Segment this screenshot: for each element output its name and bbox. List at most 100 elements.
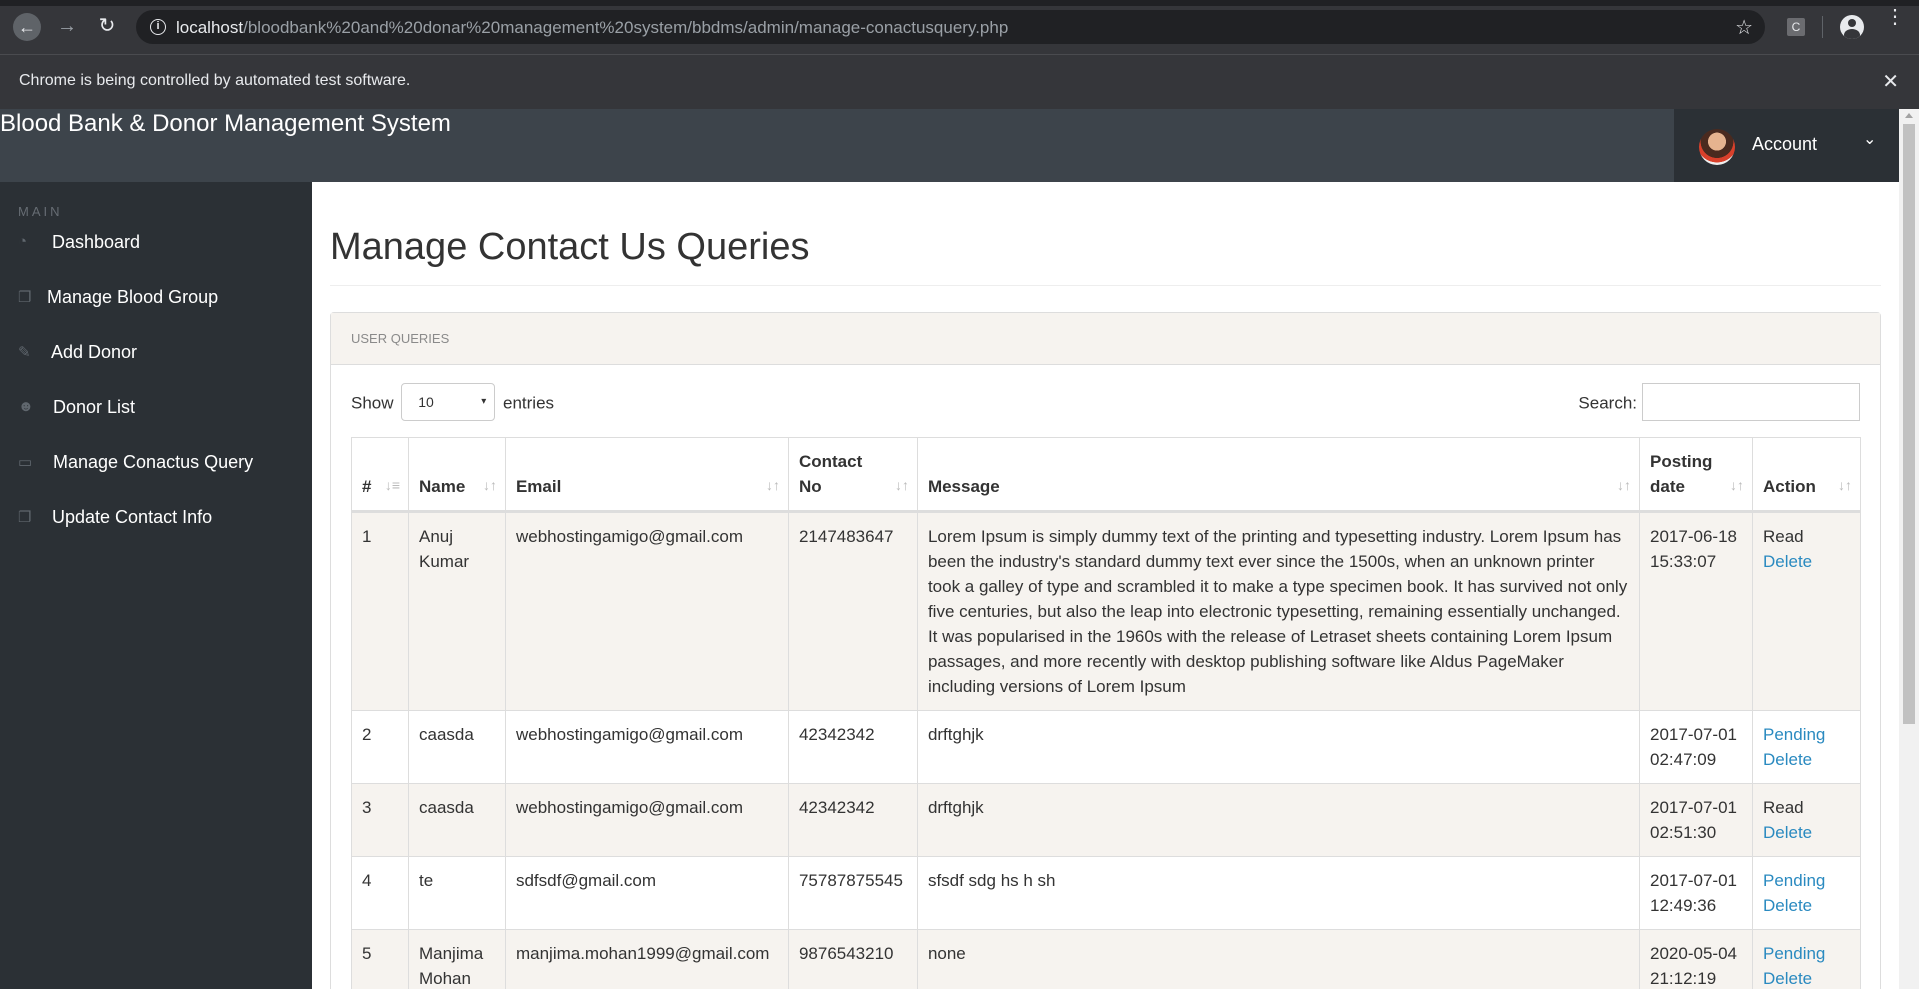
delete-link[interactable]: Delete [1763,969,1812,988]
reload-icon[interactable]: ↻ [95,14,119,38]
cell-email: sdfsdf@gmail.com [504,856,789,930]
cell-message: sfsdf sdg hs h sh [916,856,1641,930]
bookmark-star-icon[interactable]: ☆ [1735,15,1753,40]
cell-message: Lorem Ipsum is simply dummy text of the … [916,511,1641,711]
column-header-name[interactable]: Name ↓↑ [407,437,506,513]
cell-name: Manjima Mohan [407,929,506,989]
sidebar-item-label: Add Donor [51,342,138,362]
cell-email: webhostingamigo@gmail.com [504,783,789,857]
user-queries-panel: USER QUERIES Show 10 ▾ entries Search: # ↓… [330,312,1881,989]
delete-link[interactable]: Delete [1763,823,1812,842]
back-arrow-icon[interactable]: ← [13,13,41,41]
column-header-contact[interactable]: Contact No ↓↑ [787,437,918,513]
edit-icon: ✎ [18,344,31,361]
cell-date: 2017-06-18 15:33:07 [1639,511,1753,711]
cell-name: te [407,856,506,930]
table-header-row: # ↓≡ Name ↓↑ Email ↓↑ Contact No ↓↑ Message ↓… [351,437,1861,513]
show-label: Show [351,393,394,413]
sidebar-heading: MAIN [18,204,63,219]
status-read: Read [1763,527,1804,546]
cell-name: Anuj Kumar [407,511,506,711]
account-label[interactable]: Account [1752,134,1817,155]
column-header-email[interactable]: Email ↓↑ [504,437,789,513]
search-input[interactable] [1642,383,1860,421]
sort-icon: ↓↑ [765,477,780,493]
cell-number: 3 [351,783,409,857]
automation-message: Chrome is being controlled by automated … [19,72,411,89]
entries-select[interactable]: 10 ▾ [401,383,496,421]
sidebar-item-manage-conactus-query[interactable]: ▭ Manage Conactus Query [0,440,312,484]
brand-title[interactable]: Blood Bank & Donor Management System [0,110,451,138]
entries-length-control: Show 10 ▾ entries [351,383,554,423]
cell-contact: 42342342 [787,710,918,784]
entries-select-value: 10 [418,394,434,410]
avatar[interactable] [1699,129,1735,165]
column-header-number[interactable]: # ↓≡ [351,437,409,513]
cell-message: drftghjk [916,710,1641,784]
cell-contact: 42342342 [787,783,918,857]
cell-message: none [916,929,1641,989]
close-icon[interactable]: ✕ [1882,69,1899,94]
sidebar-item-label: Manage Conactus Query [53,452,254,472]
address-bar[interactable]: i localhost/bloodbank%20and%20donar%20ma… [136,10,1765,44]
scroll-up-icon[interactable] [1905,113,1913,118]
sort-icon: ↓↑ [1617,477,1632,493]
cell-action: Read Delete [1752,511,1861,711]
cell-action: Pending Delete [1752,710,1861,784]
delete-link[interactable]: Delete [1763,552,1812,571]
address-url[interactable]: localhost/bloodbank%20and%20donar%20mana… [176,18,1008,38]
pending-link[interactable]: Pending [1763,722,1850,747]
vertical-scrollbar[interactable] [1899,109,1919,989]
sidebar-item-add-donor[interactable]: ✎ Add Donor [0,330,312,374]
panel-title: USER QUERIES [331,313,1880,365]
column-header-message[interactable]: Message ↓↑ [916,437,1641,513]
table-row: 3 caasda webhostingamigo@gmail.com 42342… [351,783,1861,857]
cell-email: manjima.mohan1999@gmail.com [504,929,789,989]
profile-icon[interactable] [1840,15,1864,39]
scrollbar-thumb[interactable] [1903,124,1915,724]
cell-email: webhostingamigo@gmail.com [504,710,789,784]
sidebar-item-dashboard[interactable]: ◔ Dashboard [0,220,312,264]
tab-strip [0,0,1919,6]
table-row: 5 Manjima Mohan manjima.mohan1999@gmail.… [351,929,1861,989]
cell-message: drftghjk [916,783,1641,857]
search-label: Search: [1578,393,1637,413]
cell-action: Pending Delete [1752,856,1861,930]
account-dropdown[interactable]: Account ⌄ [1674,109,1899,182]
cell-contact: 2147483647 [787,511,918,711]
info-icon[interactable]: i [150,19,166,35]
divider [330,285,1881,286]
sort-icon: ↓↑ [482,477,497,493]
status-read: Read [1763,798,1804,817]
sidebar-item-donor-list[interactable]: ☻ Donor List [0,385,312,429]
column-header-action[interactable]: Action ↓↑ [1752,437,1861,513]
page-title: Manage Contact Us Queries [330,226,810,268]
app-header: Blood Bank & Donor Management System Acc… [0,109,1899,182]
table-row: 2 caasda webhostingamigo@gmail.com 42342… [351,710,1861,784]
cell-number: 5 [351,929,409,989]
column-header-posting-date[interactable]: Posting date ↓↑ [1639,437,1753,513]
pending-link[interactable]: Pending [1763,941,1850,966]
chevron-down-icon[interactable]: ⌄ [1863,129,1876,149]
cell-date: 2020-05-04 21:12:19 [1639,929,1753,989]
table-row: 1 Anuj Kumar webhostingamigo@gmail.com 2… [351,511,1861,711]
forward-arrow-icon[interactable]: → [55,14,79,38]
delete-link[interactable]: Delete [1763,750,1812,769]
cell-contact: 9876543210 [787,929,918,989]
kebab-menu-icon[interactable]: ⋮ [1885,7,1905,27]
extension-icon[interactable]: C [1787,18,1805,36]
table-row: 4 te sdfsdf@gmail.com 75787875545 sfsdf … [351,856,1861,930]
delete-link[interactable]: Delete [1763,896,1812,915]
sidebar-item-label: Donor List [53,397,136,417]
sidebar-item-manage-blood-group[interactable]: ❐ Manage Blood Group [0,275,312,319]
sidebar-item-label: Update Contact Info [52,507,213,527]
pending-link[interactable]: Pending [1763,868,1850,893]
toolbar-divider [1822,16,1823,38]
sidebar-item-update-contact-info[interactable]: ❐ Update Contact Info [0,495,312,539]
sidebar: MAIN ◔ Dashboard ❐ Manage Blood Group ✎ … [0,182,312,989]
main-content: Manage Contact Us Queries USER QUERIES S… [312,182,1899,989]
desktop-icon: ▭ [18,454,33,471]
cell-date: 2017-07-01 02:47:09 [1639,710,1753,784]
copy-icon: ❐ [18,509,32,526]
automation-infobar: Chrome is being controlled by automated … [0,54,1919,109]
